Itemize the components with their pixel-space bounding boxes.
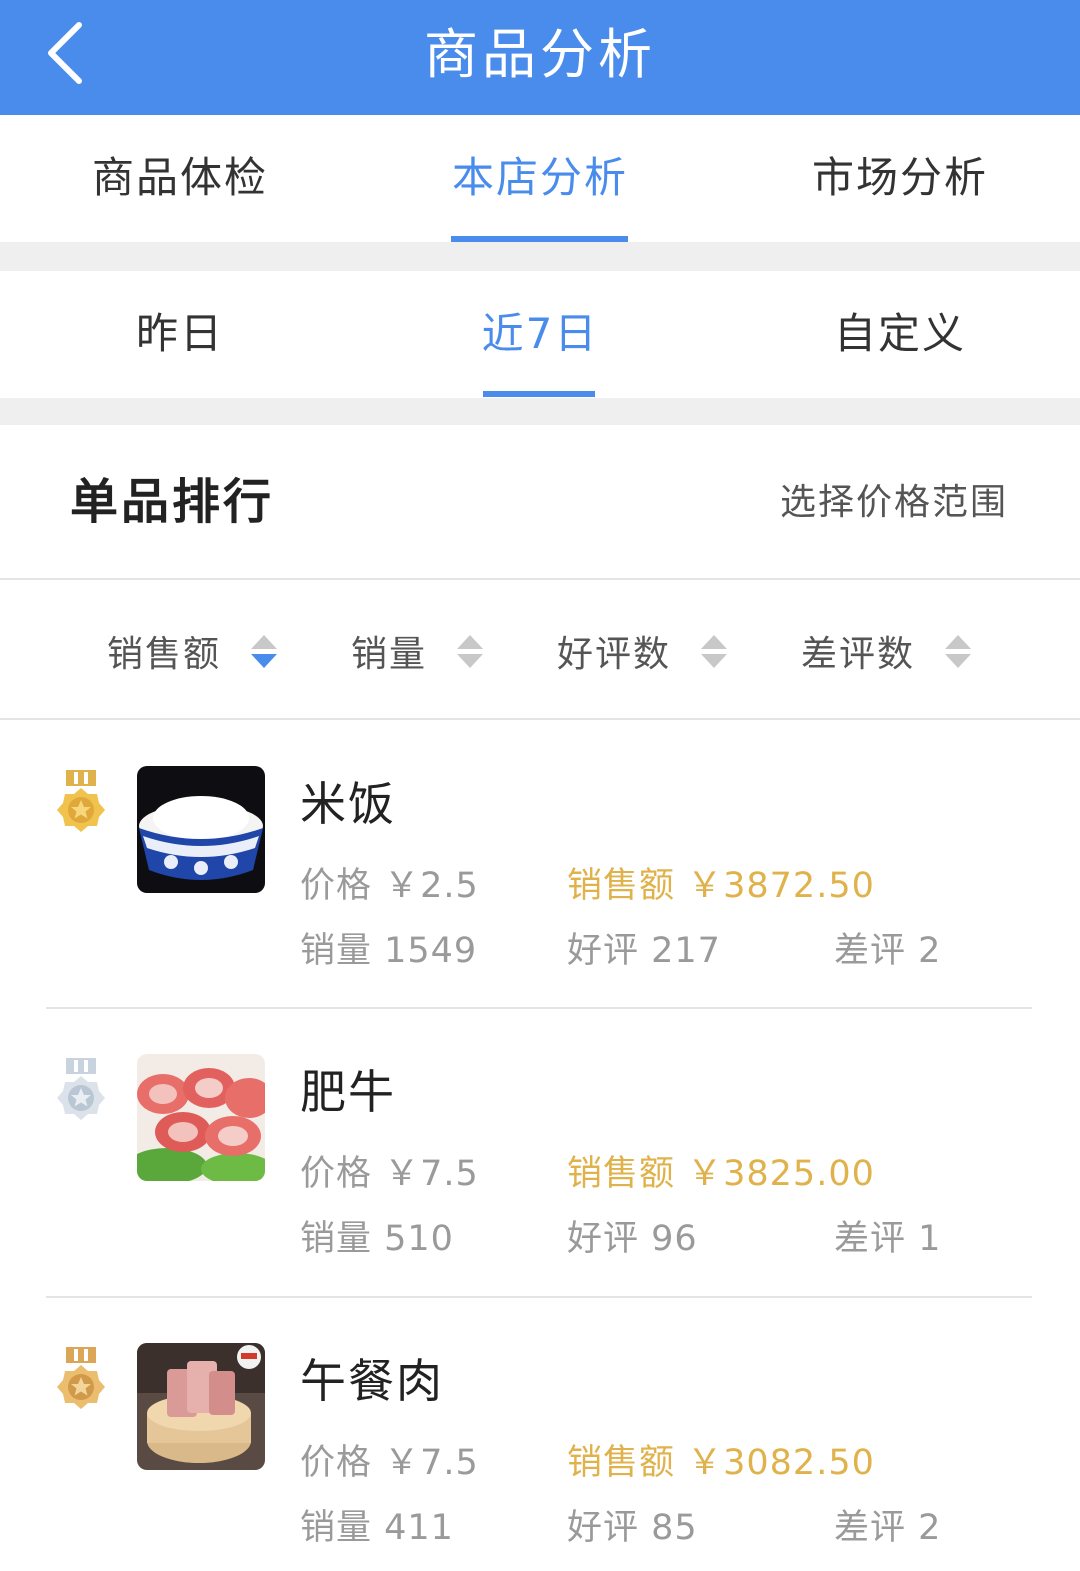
product-name: 肥牛 xyxy=(300,1065,396,1119)
product-sales-qty: 销量 411 xyxy=(300,1508,454,1548)
sort-by-sales-amount[interactable]: 销售额 xyxy=(107,582,278,720)
sort-label: 差评数 xyxy=(801,634,916,675)
section-divider xyxy=(0,398,1080,425)
product-price: 价格 ￥2.5 xyxy=(300,866,479,906)
silver-medal-icon xyxy=(57,1058,105,1120)
sort-by-good-reviews[interactable]: 好评数 xyxy=(557,582,728,720)
product-name: 午餐肉 xyxy=(300,1354,444,1408)
product-good-reviews: 好评 85 xyxy=(567,1508,698,1548)
sort-arrows-icon xyxy=(457,634,484,668)
divider xyxy=(46,1296,1032,1298)
product-price: 价格 ￥7.5 xyxy=(300,1154,479,1194)
product-image-beef xyxy=(137,1054,265,1181)
bronze-medal-icon xyxy=(57,1347,105,1409)
product-image-luncheon-meat xyxy=(137,1343,265,1470)
sort-label: 好评数 xyxy=(557,634,672,675)
sort-bar: 销售额 销量 好评数 差评数 xyxy=(0,582,1080,720)
app-header: 商品分析 xyxy=(0,0,1080,115)
price-range-selector[interactable]: 选择价格范围 xyxy=(780,425,1008,580)
product-sales-amount: 销售额 ￥3872.50 xyxy=(567,866,875,906)
product-price: 价格 ￥7.5 xyxy=(300,1443,479,1483)
list-item[interactable]: 米饭 价格 ￥2.5 销售额 ￥3872.50 销量 1549 好评 217 差… xyxy=(0,722,1080,1010)
page-title: 商品分析 xyxy=(424,23,656,86)
sort-label: 销量 xyxy=(351,634,428,675)
sort-by-bad-reviews[interactable]: 差评数 xyxy=(801,582,972,720)
sort-arrows-icon xyxy=(251,634,278,668)
ranking-header: 单品排行 选择价格范围 xyxy=(0,425,1080,580)
product-image-rice xyxy=(137,766,265,893)
list-item[interactable]: 肥牛 价格 ￥7.5 销售额 ￥3825.00 销量 510 好评 96 差评 … xyxy=(0,1010,1080,1298)
product-bad-reviews: 差评 2 xyxy=(834,1508,942,1548)
product-bad-reviews: 差评 1 xyxy=(834,1219,942,1259)
product-bad-reviews: 差评 2 xyxy=(834,931,942,971)
gold-medal-icon xyxy=(57,770,105,832)
sort-arrows-icon xyxy=(945,634,972,668)
tab-store-analysis[interactable]: 本店分析 xyxy=(400,115,680,242)
product-sales-amount: 销售额 ￥3825.00 xyxy=(567,1154,875,1194)
period-tabs: 昨日 近7日 自定义 xyxy=(0,271,1080,398)
period-last-7-days[interactable]: 近7日 xyxy=(400,271,680,398)
sort-by-sales-qty[interactable]: 销量 xyxy=(351,582,484,720)
period-custom[interactable]: 自定义 xyxy=(760,271,1040,398)
section-divider xyxy=(0,242,1080,271)
ranking-title: 单品排行 xyxy=(70,474,275,530)
tab-market-analysis[interactable]: 市场分析 xyxy=(760,115,1040,242)
sort-label: 销售额 xyxy=(107,634,222,675)
analysis-tabs: 商品体检 本店分析 市场分析 xyxy=(0,115,1080,242)
product-sales-amount: 销售额 ￥3082.50 xyxy=(567,1443,875,1483)
product-sales-qty: 销量 510 xyxy=(300,1219,454,1259)
product-good-reviews: 好评 96 xyxy=(567,1219,698,1259)
product-good-reviews: 好评 217 xyxy=(567,931,721,971)
tab-product-check[interactable]: 商品体检 xyxy=(40,115,320,242)
sort-arrows-icon xyxy=(701,634,728,668)
active-period-indicator xyxy=(483,391,595,397)
divider xyxy=(46,1007,1032,1009)
product-sales-qty: 销量 1549 xyxy=(300,931,478,971)
product-name: 米饭 xyxy=(300,777,396,831)
list-item[interactable]: 午餐肉 价格 ￥7.5 销售额 ￥3082.50 销量 411 好评 85 差评… xyxy=(0,1299,1080,1571)
period-yesterday[interactable]: 昨日 xyxy=(40,271,320,398)
